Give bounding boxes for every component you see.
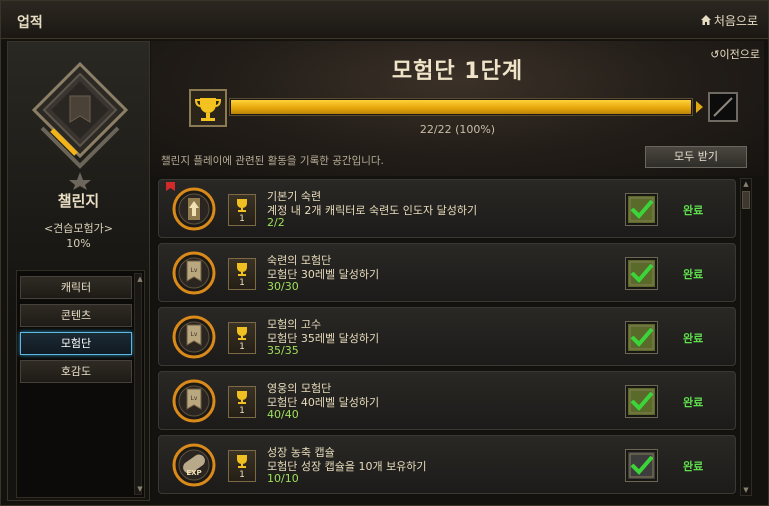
level-up-icon bbox=[171, 186, 217, 232]
scroll-down-icon[interactable]: ▼ bbox=[742, 486, 750, 494]
category-list: 캐릭터 콘텐츠 모험단 호감도 ▲ ▼ bbox=[16, 270, 145, 498]
achievement-row[interactable]: Lv 1 모험의 고수 모험단 35레벨 달성하기 35/35 완료 bbox=[158, 307, 736, 366]
stage-header: ↺이전으로 모험단 1단계 22/22 (100%) 챌린지 플레이에 관련된 … bbox=[151, 41, 764, 176]
achievement-row[interactable]: 1 기본기 숙련 계정 내 2개 캐릭터로 숙련도 인도자 달성하기 2/2 완료 bbox=[158, 179, 736, 238]
point-cup-icon: 1 bbox=[228, 322, 256, 354]
point-value: 1 bbox=[239, 214, 245, 224]
category-adventure-team[interactable]: 모험단 bbox=[20, 332, 132, 355]
lv40-icon: Lv bbox=[171, 378, 217, 424]
achievement-status: 완료 bbox=[683, 204, 704, 217]
scroll-up-icon[interactable]: ▲ bbox=[742, 180, 750, 188]
home-icon bbox=[700, 15, 711, 25]
achievement-status: 완료 bbox=[683, 396, 704, 409]
achievement-status: 완료 bbox=[683, 332, 704, 345]
achievement-row[interactable]: EXP 1 성장 농축 캡슐 모험단 성장 캡슐을 10개 보유하기 10/10 완료 bbox=[158, 435, 736, 494]
svg-text:EXP: EXP bbox=[186, 469, 201, 477]
achievement-description: 계정 내 2개 캐릭터로 숙련도 인도자 달성하기 bbox=[267, 204, 478, 217]
lv35-icon: Lv bbox=[171, 314, 217, 360]
svg-text:Lv: Lv bbox=[191, 395, 198, 402]
category-scrollbar[interactable]: ▲ ▼ bbox=[134, 273, 144, 495]
left-panel: 챌린지 <견습모험가> 10% 캐릭터 콘텐츠 모험단 호감도 ▲ ▼ bbox=[7, 41, 150, 501]
achievement-list: 1 기본기 숙련 계정 내 2개 캐릭터로 숙련도 인도자 달성하기 2/2 완료 Lv 1… bbox=[156, 177, 738, 497]
home-label: 처음으로 bbox=[713, 14, 758, 28]
stage-reward-icon[interactable] bbox=[708, 92, 738, 122]
challenge-name: 챌린지 bbox=[57, 192, 100, 210]
window-title: 업적 bbox=[17, 15, 43, 31]
reward-item-icon[interactable] bbox=[625, 321, 658, 354]
stage-description: 챌린지 플레이에 관련된 활동을 기록한 공간입니다. bbox=[161, 155, 384, 167]
stage-progress-fill bbox=[231, 100, 691, 114]
title-bar: 업적 처음으로 bbox=[1, 1, 768, 39]
point-cup-icon: 1 bbox=[228, 194, 256, 226]
challenge-percent: 10% bbox=[66, 237, 91, 250]
claim-all-button[interactable]: 모두 받기 bbox=[645, 146, 747, 168]
reward-item-icon[interactable] bbox=[625, 193, 658, 226]
svg-text:Lv: Lv bbox=[191, 267, 198, 274]
trophy-icon bbox=[189, 89, 227, 127]
exp-capsule-icon: EXP bbox=[171, 442, 217, 488]
reward-item-icon[interactable] bbox=[625, 449, 658, 482]
achievement-window: 업적 처음으로 챌린지 <견습모험가> 10% 캐릭터 콘텐츠 모험단 호감도 … bbox=[0, 0, 769, 506]
point-value: 1 bbox=[239, 470, 245, 480]
achievement-scrollbar[interactable]: ▲ ▼ bbox=[740, 178, 752, 496]
scroll-down-icon[interactable]: ▼ bbox=[136, 485, 144, 493]
point-cup-icon: 1 bbox=[228, 258, 256, 290]
point-value: 1 bbox=[239, 406, 245, 416]
category-character[interactable]: 캐릭터 bbox=[20, 276, 132, 299]
achievement-status: 완료 bbox=[683, 460, 704, 473]
achievement-progress: 35/35 bbox=[267, 344, 299, 357]
stage-progress-bar bbox=[229, 98, 693, 116]
category-contents[interactable]: 콘텐츠 bbox=[20, 304, 132, 327]
point-cup-icon: 1 bbox=[228, 450, 256, 482]
reward-item-icon[interactable] bbox=[625, 385, 658, 418]
achievement-progress: 30/30 bbox=[267, 280, 299, 293]
point-cup-icon: 1 bbox=[228, 386, 256, 418]
achievement-status: 완료 bbox=[683, 268, 704, 281]
svg-text:Lv: Lv bbox=[191, 331, 198, 338]
home-button[interactable]: 처음으로 bbox=[700, 12, 758, 29]
achievement-row[interactable]: Lv 1 영웅의 모험단 모험단 40레벨 달성하기 40/40 완료 bbox=[158, 371, 736, 430]
challenge-rank: <견습모험가> bbox=[43, 222, 114, 235]
stage-title: 모험단 1단계 bbox=[391, 59, 524, 84]
scroll-thumb[interactable] bbox=[742, 191, 750, 209]
stage-progress-text: 22/22 (100%) bbox=[419, 123, 496, 136]
achievement-progress: 10/10 bbox=[267, 472, 299, 485]
reward-item-icon[interactable] bbox=[625, 257, 658, 290]
challenge-emblem-icon bbox=[31, 61, 129, 190]
achievement-row[interactable]: Lv 1 숙련의 모험단 모험단 30레벨 달성하기 30/30 완료 bbox=[158, 243, 736, 302]
point-value: 1 bbox=[239, 342, 245, 352]
achievement-progress: 2/2 bbox=[267, 216, 285, 229]
category-affection[interactable]: 호감도 bbox=[20, 360, 132, 383]
point-value: 1 bbox=[239, 278, 245, 288]
achievement-progress: 40/40 bbox=[267, 408, 299, 421]
lv30-icon: Lv bbox=[171, 250, 217, 296]
scroll-up-icon[interactable]: ▲ bbox=[136, 275, 144, 283]
progress-arrow-icon bbox=[696, 101, 703, 113]
